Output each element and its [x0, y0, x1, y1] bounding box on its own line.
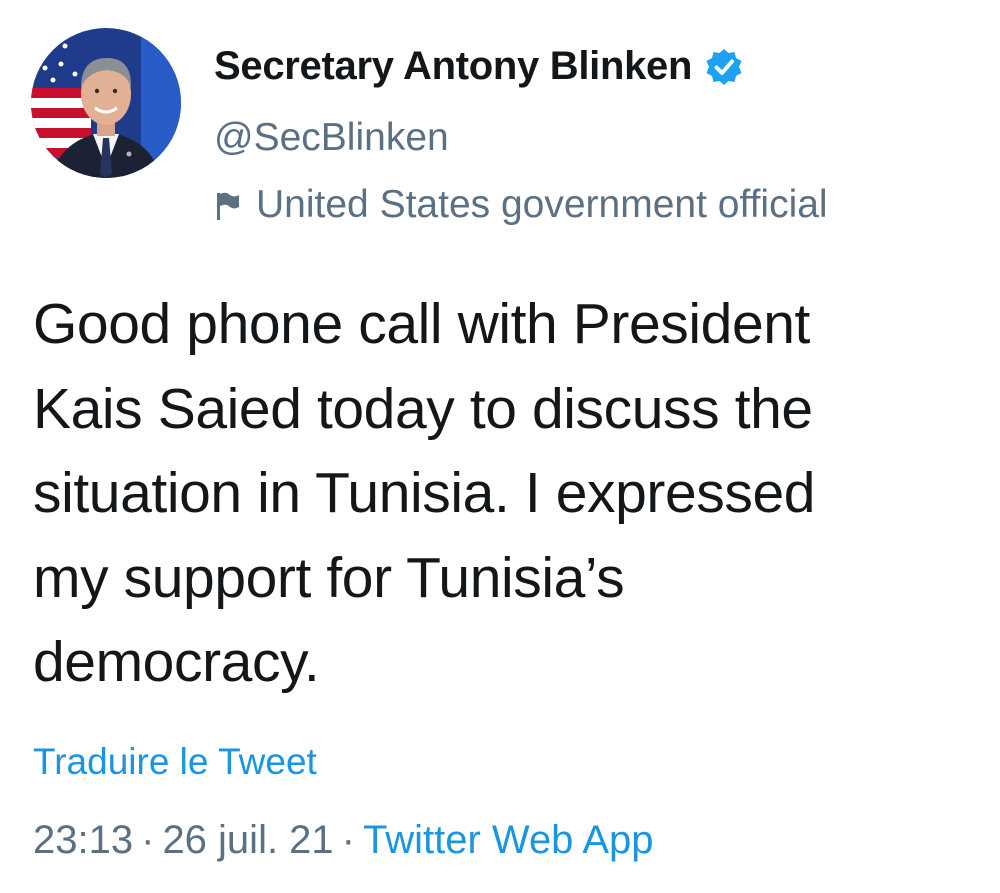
- avatar[interactable]: [31, 28, 181, 178]
- tweet-text-line: Good phone call with President: [33, 292, 810, 356]
- tweet-text-line: democracy.: [33, 630, 320, 694]
- author-display-name[interactable]: Secretary Antony Blinken: [214, 44, 692, 89]
- verified-badge-icon: [704, 47, 744, 87]
- account-label-text: United States government official: [256, 183, 828, 226]
- flag-icon: [214, 188, 242, 222]
- author-handle[interactable]: @SecBlinken: [214, 116, 449, 160]
- tweet-text: Good phone call with President Kais Saie…: [33, 282, 983, 705]
- tweet-text-line: my support for Tunisia’s: [33, 545, 625, 610]
- translate-tweet-link[interactable]: Traduire le Tweet: [33, 741, 317, 783]
- tweet-date[interactable]: 26 juil. 21: [162, 818, 333, 862]
- account-label[interactable]: United States government official: [214, 183, 828, 227]
- tweet-source-link[interactable]: Twitter Web App: [363, 818, 654, 862]
- separator-dot: ·: [341, 818, 355, 862]
- tweet-time[interactable]: 23:13: [33, 818, 133, 862]
- tweet-text-line: situation in Tunisia. I expressed: [33, 461, 816, 525]
- tweet-text-line: Kais Saied today to discuss the: [33, 376, 813, 441]
- separator-dot: ·: [141, 818, 155, 862]
- author-name-row: Secretary Antony Blinken: [214, 44, 744, 89]
- tweet-meta: 23:13 · 26 juil. 21 · Twitter Web App: [33, 818, 654, 863]
